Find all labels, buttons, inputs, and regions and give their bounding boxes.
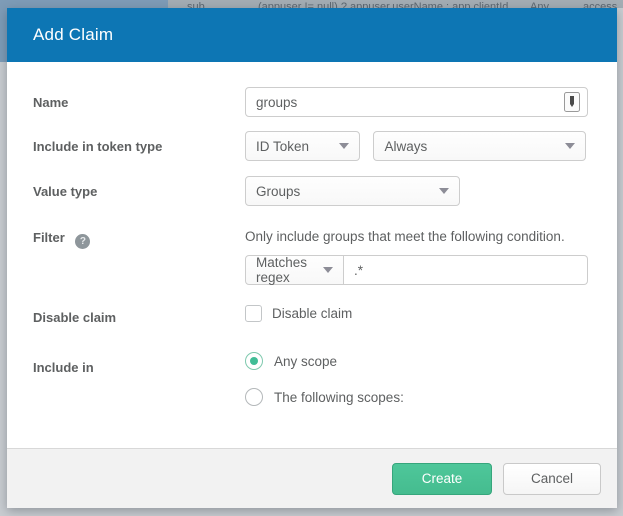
- include-in-option-label: Any scope: [274, 354, 337, 369]
- name-input[interactable]: [245, 87, 588, 117]
- field-row-value-type: Value type Groups: [33, 176, 588, 206]
- background-claim-type: access: [583, 1, 617, 8]
- field-row-token-type: Include in token type ID Token Always: [33, 131, 588, 161]
- create-button[interactable]: Create: [392, 463, 492, 495]
- filter-operator-select[interactable]: Matches regex: [245, 255, 344, 285]
- dialog-body: Name Include in token type ID T: [7, 62, 617, 448]
- dialog-header: Add Claim: [7, 8, 617, 62]
- help-icon[interactable]: ?: [75, 234, 90, 249]
- background-claim-expression: (appuser != null) ? appuser.userName : a…: [258, 1, 508, 8]
- token-condition-select[interactable]: Always: [373, 131, 586, 161]
- filter-description: Only include groups that meet the follow…: [245, 222, 588, 244]
- background-row-highlight: [0, 0, 168, 8]
- dialog-footer: Create Cancel: [7, 448, 617, 508]
- background-left-edge: [0, 0, 7, 62]
- dialog-title: Add Claim: [33, 25, 113, 45]
- filter-label: Filter ?: [33, 222, 245, 249]
- background-claim-scope: Any: [530, 1, 549, 8]
- field-row-name: Name: [33, 87, 588, 117]
- include-in-label: Include in: [33, 352, 245, 375]
- add-claim-dialog: Add Claim Name Include in tok: [7, 8, 617, 508]
- filter-pattern-input[interactable]: [344, 255, 588, 285]
- chevron-down-icon: [565, 143, 575, 149]
- field-row-filter: Filter ? Only include groups that meet t…: [33, 222, 588, 285]
- token-type-value: ID Token: [256, 139, 309, 154]
- disable-claim-checkbox[interactable]: [245, 305, 262, 322]
- value-type-label: Value type: [33, 176, 245, 199]
- token-type-label: Include in token type: [33, 131, 245, 154]
- name-label: Name: [33, 87, 245, 110]
- filter-operator-value: Matches regex: [256, 255, 313, 285]
- token-type-select[interactable]: ID Token: [245, 131, 360, 161]
- background-table-row: sub (appuser != null) ? appuser.userName…: [0, 0, 623, 8]
- disable-claim-checkbox-label: Disable claim: [272, 306, 352, 321]
- value-type-value: Groups: [256, 184, 300, 199]
- field-row-include-in: Include in Any scope The following scope…: [33, 352, 588, 424]
- screen: sub (appuser != null) ? appuser.userName…: [0, 0, 623, 516]
- field-row-disable-claim: Disable claim Disable claim: [33, 302, 588, 325]
- filter-label-text: Filter: [33, 230, 65, 245]
- chevron-down-icon: [323, 267, 333, 273]
- cancel-button[interactable]: Cancel: [503, 463, 601, 495]
- chevron-down-icon: [439, 188, 449, 194]
- disable-claim-label: Disable claim: [33, 302, 245, 325]
- chevron-down-icon: [339, 143, 349, 149]
- autofill-icon: [564, 92, 580, 112]
- include-in-option-any-scope[interactable]: Any scope: [245, 352, 588, 370]
- token-condition-value: Always: [384, 139, 427, 154]
- include-in-option-label: The following scopes:: [274, 390, 404, 405]
- include-in-option-following-scopes[interactable]: The following scopes:: [245, 388, 588, 406]
- radio-button-icon[interactable]: [245, 352, 263, 370]
- value-type-select[interactable]: Groups: [245, 176, 460, 206]
- background-claim-name: sub: [187, 1, 205, 8]
- radio-button-icon[interactable]: [245, 388, 263, 406]
